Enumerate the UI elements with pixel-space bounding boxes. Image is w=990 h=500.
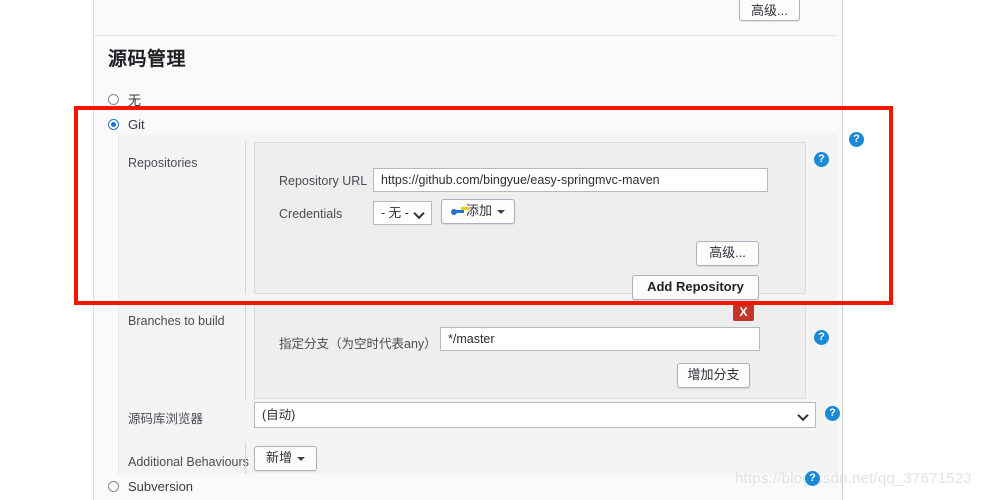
branches-panel: 指定分支（为空时代表any） */master X 增加分支 — [254, 304, 806, 399]
chevron-down-icon — [799, 411, 808, 420]
git-config-body: Repositories Repository URL https://gith… — [118, 132, 864, 474]
repository-url-input[interactable]: https://github.com/bingyue/easy-springmv… — [373, 168, 768, 192]
repositories-help-icon[interactable]: ? — [849, 132, 864, 147]
repositories-label: Repositories — [128, 156, 198, 170]
additional-behaviours-add-label: 新增 — [266, 450, 293, 465]
repo-browser-select[interactable]: (自动) — [254, 402, 816, 428]
radio-icon-subversion[interactable] — [108, 481, 119, 492]
scm-radio-git[interactable]: Git — [108, 117, 145, 132]
scm-radio-subversion-label: Subversion — [128, 479, 194, 494]
left-gutter — [0, 0, 93, 500]
radio-icon-none[interactable] — [108, 94, 119, 105]
scm-radio-none[interactable]: 无 — [108, 90, 141, 109]
configuration-page-column: 高级... 源码管理 无 Git Repositories Repository… — [93, 0, 864, 500]
caret-down-icon — [297, 456, 306, 461]
scm-radio-subversion[interactable]: Subversion — [108, 479, 193, 494]
page-title: 源码管理 — [108, 49, 187, 70]
chevron-down-icon — [415, 209, 424, 218]
credentials-label: Credentials — [279, 207, 343, 221]
advanced-button-top[interactable]: 高级... — [739, 0, 800, 21]
repository-url-label: Repository URL — [279, 174, 368, 188]
branch-spec-input[interactable]: */master — [440, 327, 760, 351]
scm-radio-git-label: Git — [128, 117, 145, 132]
watermark-badge-icon: ? — [805, 471, 820, 486]
radio-icon-git[interactable] — [108, 119, 119, 130]
additional-behaviours-add-button[interactable]: 新增 — [254, 446, 318, 471]
screenshot-root: 高级... 源码管理 无 Git Repositories Repository… — [0, 0, 990, 500]
branches-divider — [245, 304, 246, 399]
add-repository-button[interactable]: Add Repository — [632, 275, 759, 300]
branches-label: Branches to build — [128, 314, 225, 328]
add-credentials-button[interactable]: 添加 — [441, 199, 516, 224]
repo-browser-label: 源码库浏览器 — [128, 412, 204, 426]
delete-branch-button[interactable]: X — [733, 304, 754, 321]
watermark-text: https://blog.csdn.net/qq_37671523 — [735, 470, 972, 487]
branches-help-icon[interactable]: ? — [814, 330, 829, 345]
branch-spec-label: 指定分支（为空时代表any） — [279, 337, 437, 351]
add-branch-button[interactable]: 增加分支 — [677, 363, 750, 388]
repositories-panel: Repository URL https://github.com/bingyu… — [254, 142, 806, 300]
credentials-select[interactable]: - 无 - — [373, 201, 432, 225]
repo-browser-select-value: (自动) — [262, 408, 296, 422]
right-gutter — [843, 0, 990, 500]
credentials-select-value: - 无 - — [381, 206, 409, 220]
add-credentials-label: 添加 — [466, 203, 493, 218]
section-divider — [94, 35, 836, 36]
previous-section-footer: 高级... — [94, 0, 842, 35]
additional-behaviours-label: Additional Behaviours — [128, 455, 249, 469]
additional-behaviours-divider — [245, 443, 246, 474]
repository-url-help-icon[interactable]: ? — [814, 152, 829, 167]
repository-advanced-button[interactable]: 高级... — [696, 241, 759, 266]
key-icon — [451, 207, 465, 217]
repositories-divider — [245, 142, 246, 294]
repo-browser-help-icon[interactable]: ? — [825, 406, 840, 421]
scm-radio-none-label: 无 — [128, 93, 142, 108]
caret-down-icon — [497, 209, 506, 214]
